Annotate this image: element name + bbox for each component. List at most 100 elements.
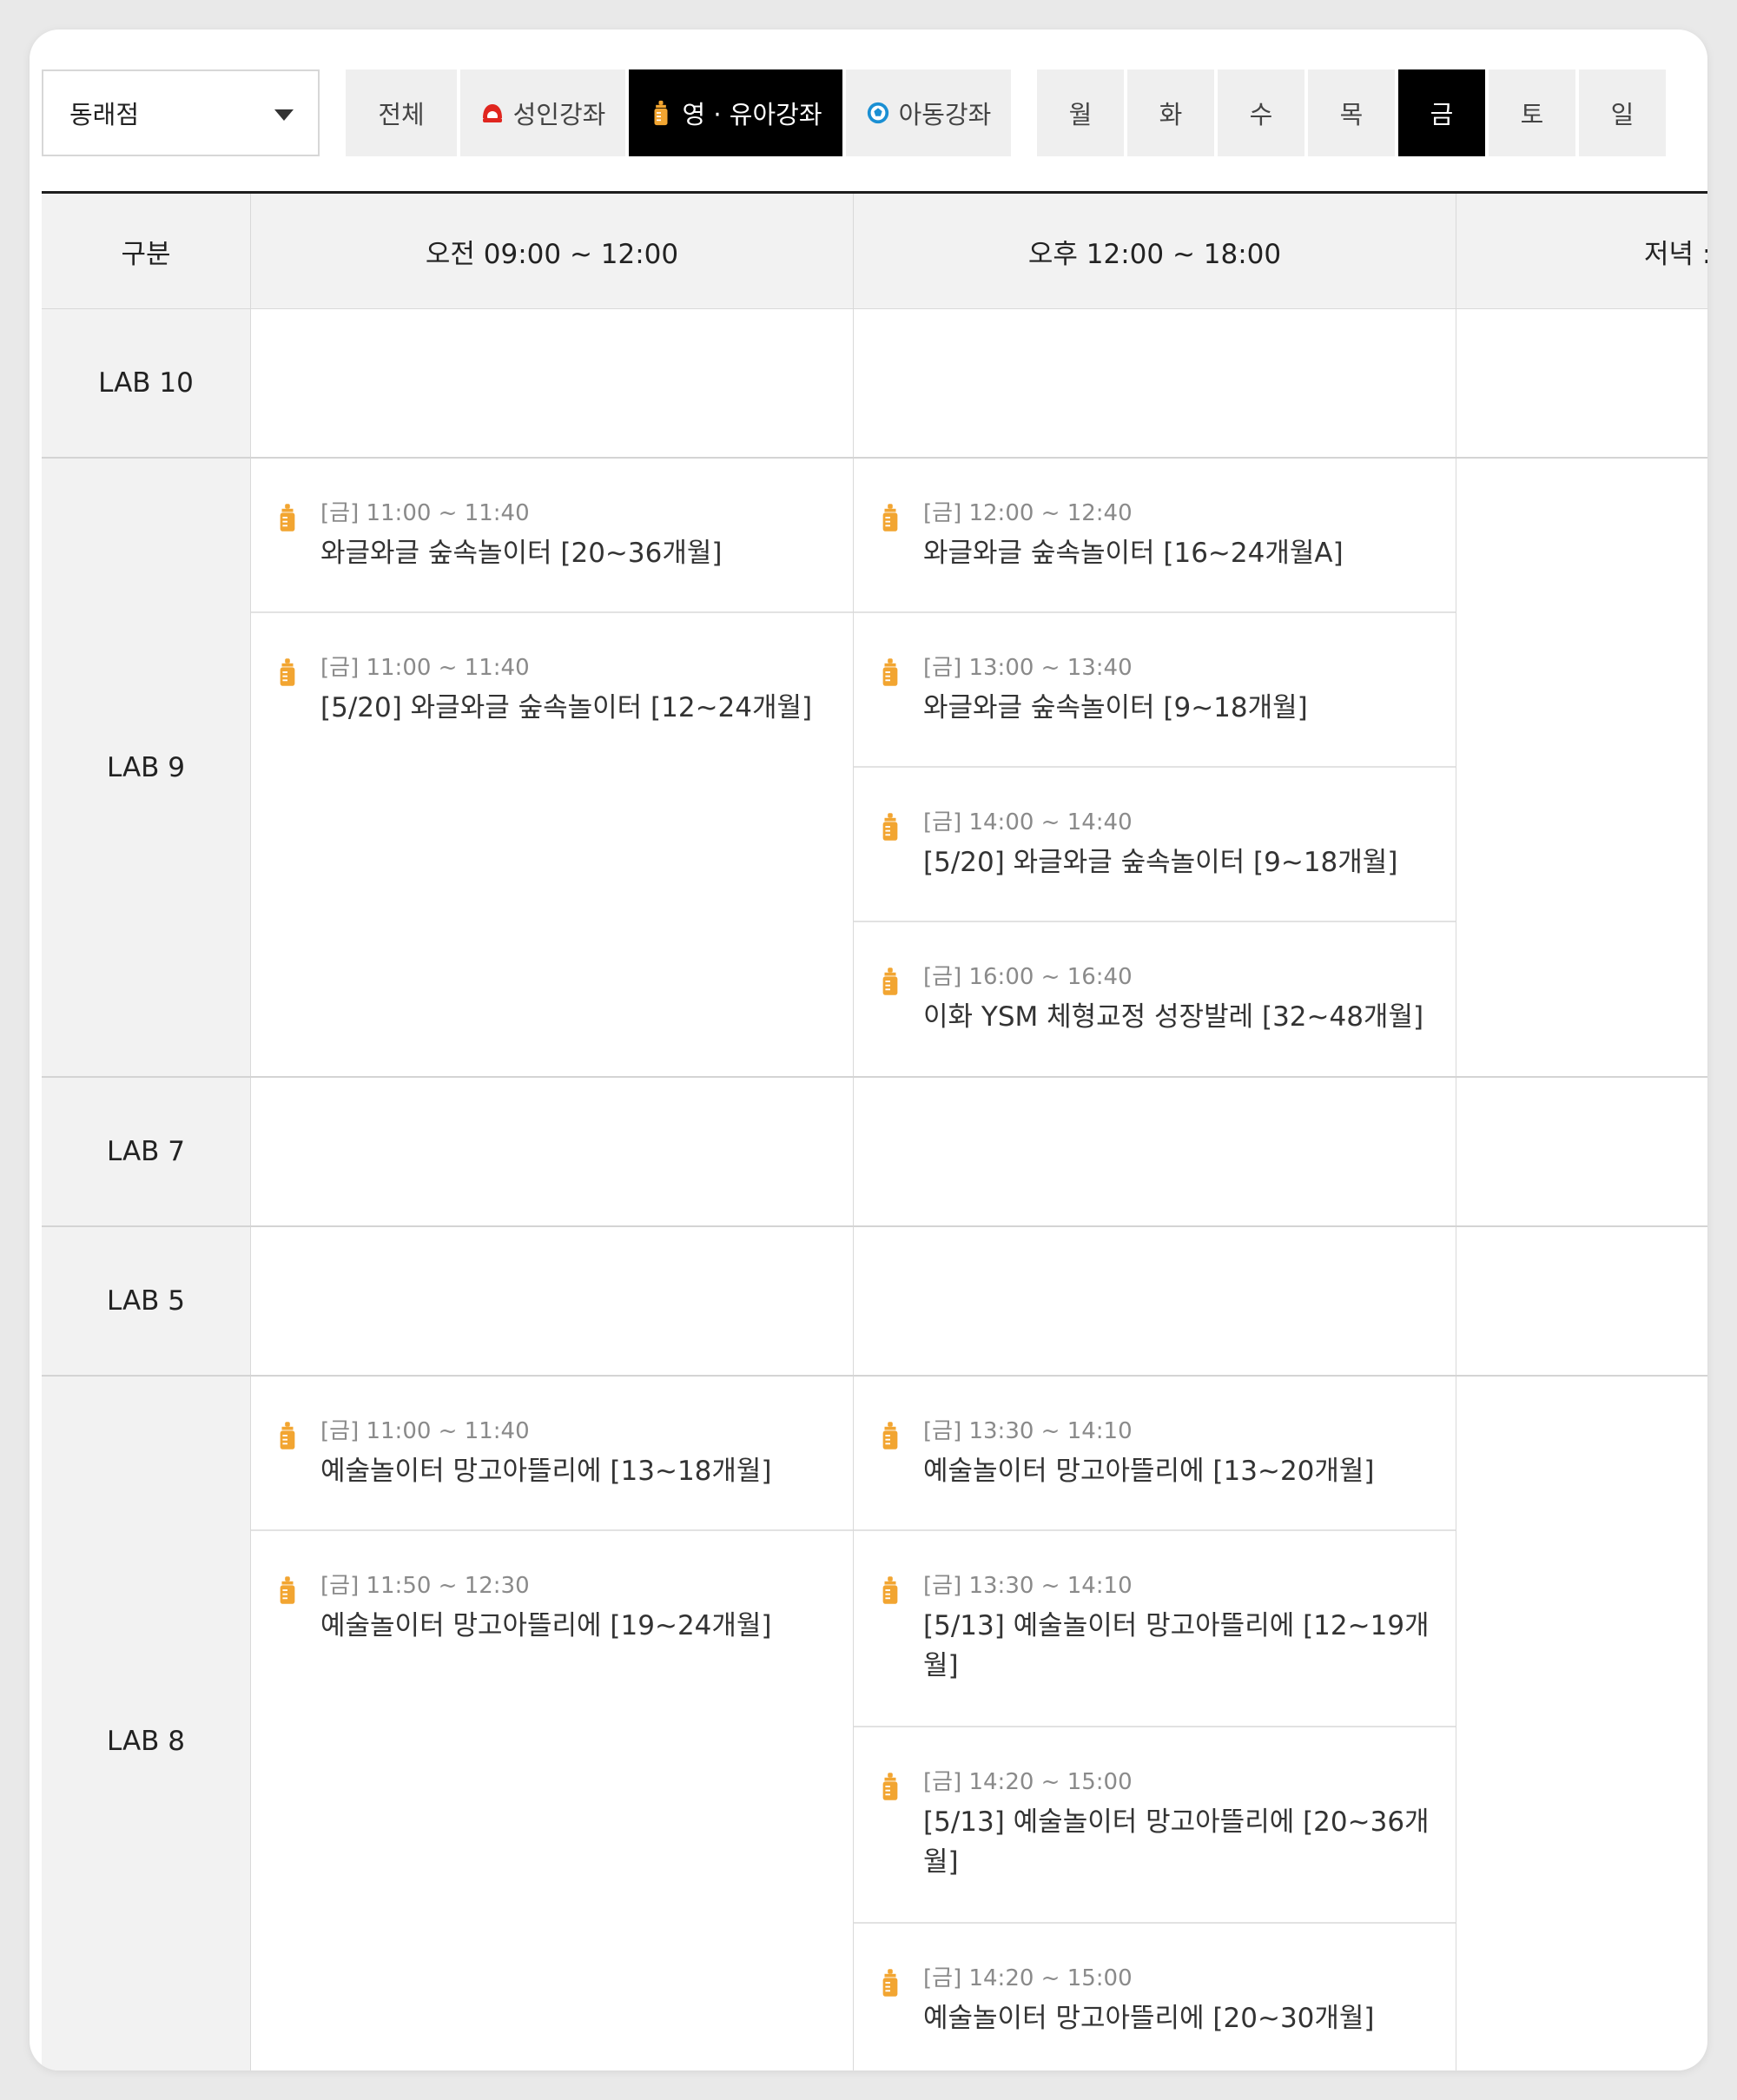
lab-label: LAB 9 [42, 459, 251, 1076]
day-sun-label: 일 [1610, 100, 1635, 129]
category-infant-label: 영 · 유아강좌 [682, 100, 822, 129]
baby-bottle-icon [276, 1574, 299, 1607]
course-title: 예술놀이터 망고아뜰리에 [13~18개월] [320, 1456, 772, 1487]
branch-select-value: 동래점 [69, 100, 140, 129]
day-tue-label: 화 [1159, 100, 1183, 129]
category-all-label: 전체 [378, 100, 425, 129]
course-title: [5/13] 예술놀이터 망고아뜰리에 [20~36개월] [923, 1806, 1430, 1878]
category-kids-label: 아동강좌 [898, 100, 992, 129]
baby-bottle-icon [276, 501, 299, 534]
lab-label: LAB 7 [42, 1078, 251, 1225]
course-item[interactable]: [금] 14:00 ~ 14:40 [5/20] 와글와글 숲속놀이터 [9~1… [854, 768, 1456, 922]
day-mon-label: 월 [1068, 100, 1093, 129]
course-item[interactable]: [금] 11:50 ~ 12:30 예술놀이터 망고아뜰리에 [19~24개월] [251, 1531, 853, 1686]
day-mon-button[interactable]: 월 [1037, 69, 1124, 156]
day-sun-button[interactable]: 일 [1579, 69, 1666, 156]
course-title: [5/20] 와글와글 숲속놀이터 [12~24개월] [320, 692, 813, 723]
course-time: [금] 11:00 ~ 11:40 [320, 655, 530, 681]
baby-bottle-icon [276, 656, 299, 689]
course-item[interactable]: [금] 11:00 ~ 11:40 [5/20] 와글와글 숲속놀이터 [12~… [251, 613, 853, 768]
afternoon-slot [854, 1227, 1456, 1375]
evening-slot [1456, 1227, 1707, 1375]
evening-slot [1456, 1078, 1707, 1225]
course-title: 와글와글 숲속놀이터 [16~24개월A] [923, 538, 1344, 569]
day-fri-label: 금 [1430, 100, 1454, 129]
table-row: LAB 8 [금] 11:00 ~ 11:40 예술놀이터 망고아뜰리에 [13… [42, 1377, 1707, 2070]
baby-bottle-icon [879, 501, 902, 534]
chevron-down-icon [274, 109, 294, 121]
day-thu-button[interactable]: 목 [1308, 69, 1395, 156]
day-sat-button[interactable]: 토 [1489, 69, 1575, 156]
schedule-table: 구분 오전 09:00 ~ 12:00 오후 12:00 ~ 18:00 저녁 … [42, 191, 1707, 2070]
course-time: [금] 11:00 ~ 11:40 [320, 500, 530, 526]
course-title: 예술놀이터 망고아뜰리에 [13~20개월] [923, 1456, 1375, 1487]
course-title: 와글와글 숲속놀이터 [20~36개월] [320, 538, 723, 569]
course-time: [금] 13:30 ~ 14:10 [923, 1573, 1133, 1599]
course-item[interactable]: [금] 13:30 ~ 14:10 [5/13] 예술놀이터 망고아뜰리에 [1… [854, 1531, 1456, 1727]
baby-bottle-icon [879, 656, 902, 689]
baby-bottle-icon [879, 1966, 902, 1999]
course-title: 와글와글 숲속놀이터 [9~18개월] [923, 692, 1308, 723]
baby-bottle-icon [879, 1574, 902, 1607]
header-category: 구분 [42, 194, 251, 309]
course-time: [금] 16:00 ~ 16:40 [923, 964, 1133, 990]
course-item[interactable]: [금] 13:30 ~ 14:10 예술놀이터 망고아뜰리에 [13~20개월] [854, 1377, 1456, 1531]
day-thu-label: 목 [1339, 100, 1364, 129]
day-fri-button[interactable]: 금 [1398, 69, 1485, 156]
course-title: [5/13] 예술놀이터 망고아뜰리에 [12~19개월] [923, 1610, 1430, 1681]
day-tue-button[interactable]: 화 [1127, 69, 1214, 156]
course-item[interactable]: [금] 14:20 ~ 15:00 예술놀이터 망고아뜰리에 [20~30개월] [854, 1924, 1456, 2070]
morning-slot [251, 1078, 854, 1225]
table-header: 구분 오전 09:00 ~ 12:00 오후 12:00 ~ 18:00 저녁 … [42, 194, 1707, 309]
evening-slot [1456, 309, 1707, 457]
morning-slot: [금] 11:00 ~ 11:40 와글와글 숲속놀이터 [20~36개월] [… [251, 459, 854, 1076]
course-time: [금] 13:30 ~ 14:10 [923, 1418, 1133, 1444]
course-item[interactable]: [금] 16:00 ~ 16:40 이화 YSM 체형교정 성장발레 [32~4… [854, 922, 1456, 1076]
course-item[interactable]: [금] 12:00 ~ 12:40 와글와글 숲속놀이터 [16~24개월A] [854, 459, 1456, 613]
course-item[interactable]: [금] 14:20 ~ 15:00 [5/13] 예술놀이터 망고아뜰리에 [2… [854, 1727, 1456, 1924]
branch-select[interactable]: 동래점 [42, 69, 320, 156]
category-adult-button[interactable]: 성인강좌 [460, 69, 625, 156]
category-all-button[interactable]: 전체 [346, 69, 457, 156]
table-row: LAB 10 [42, 309, 1707, 459]
header-evening: 저녁 : [1644, 239, 1707, 270]
adult-course-icon [480, 100, 505, 126]
course-time: [금] 11:00 ~ 11:40 [320, 1418, 530, 1444]
course-time: [금] 11:50 ~ 12:30 [320, 1573, 530, 1599]
course-item[interactable]: [금] 13:00 ~ 13:40 와글와글 숲속놀이터 [9~18개월] [854, 613, 1456, 768]
morning-slot [251, 1227, 854, 1375]
category-adult-label: 성인강좌 [512, 100, 606, 129]
course-title: 예술놀이터 망고아뜰리에 [19~24개월] [320, 1610, 772, 1641]
baby-bottle-icon [879, 965, 902, 998]
evening-slot [1456, 459, 1707, 1076]
day-wed-button[interactable]: 수 [1218, 69, 1304, 156]
table-row: LAB 7 [42, 1078, 1707, 1227]
course-time: [금] 14:20 ~ 15:00 [923, 1769, 1133, 1795]
course-item[interactable]: [금] 11:00 ~ 11:40 예술놀이터 망고아뜰리에 [13~18개월] [251, 1377, 853, 1531]
course-item[interactable]: [금] 11:00 ~ 11:40 와글와글 숲속놀이터 [20~36개월] [251, 459, 853, 613]
morning-slot [251, 309, 854, 457]
table-row: LAB 9 [금] 11:00 ~ 11:40 와글와글 숲속놀이터 [20~3… [42, 459, 1707, 1078]
course-title: 예술놀이터 망고아뜰리에 [20~30개월] [923, 2003, 1375, 2034]
schedule-card: 동래점 전체 성인강좌 영 · 유아강좌 아동강좌 월 화 수 목 금 토 일 … [30, 30, 1707, 2070]
course-time: [금] 13:00 ~ 13:40 [923, 655, 1133, 681]
lab-label: LAB 10 [42, 309, 251, 457]
course-title: 이화 YSM 체형교정 성장발레 [32~48개월] [923, 1001, 1424, 1033]
baby-bottle-icon [276, 1419, 299, 1452]
afternoon-slot: [금] 13:30 ~ 14:10 예술놀이터 망고아뜰리에 [13~20개월]… [854, 1377, 1456, 2070]
category-infant-button[interactable]: 영 · 유아강좌 [629, 69, 842, 156]
course-title: [5/20] 와글와글 숲속놀이터 [9~18개월] [923, 847, 1398, 878]
baby-bottle-icon [879, 1770, 902, 1803]
day-wed-label: 수 [1249, 100, 1273, 129]
table-row: LAB 5 [42, 1227, 1707, 1377]
baby-bottle-icon [649, 100, 673, 126]
category-kids-button[interactable]: 아동강좌 [846, 69, 1011, 156]
baby-bottle-icon [879, 810, 902, 843]
afternoon-slot [854, 1078, 1456, 1225]
lab-label: LAB 5 [42, 1227, 251, 1375]
morning-slot: [금] 11:00 ~ 11:40 예술놀이터 망고아뜰리에 [13~18개월]… [251, 1377, 854, 2070]
course-time: [금] 14:20 ~ 15:00 [923, 1965, 1133, 1991]
evening-slot [1456, 1377, 1707, 2070]
afternoon-slot [854, 309, 1456, 457]
day-sat-label: 토 [1520, 100, 1544, 129]
